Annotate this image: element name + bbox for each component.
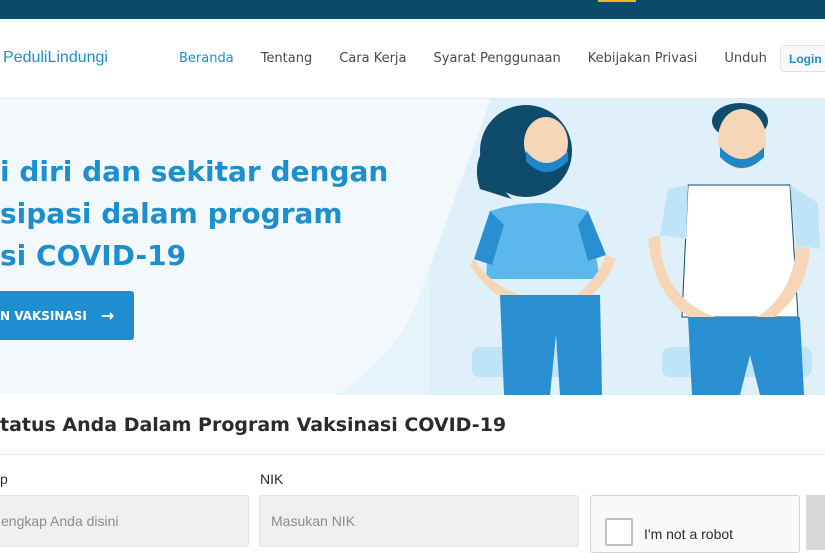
- side-panel: [806, 495, 825, 550]
- hero-banner: i diri dan sekitar dengan sipasi dalam p…: [0, 99, 825, 395]
- arrow-right-icon: →: [100, 306, 115, 325]
- name-input[interactable]: engkap Anda disini: [0, 495, 249, 547]
- vaccination-illustration: [470, 103, 820, 395]
- hero-title: i diri dan sekitar dengan sipasi dalam p…: [0, 151, 389, 277]
- nav-cara-kerja[interactable]: Cara Kerja: [339, 51, 406, 66]
- recaptcha-widget: I'm not a robot: [590, 495, 800, 553]
- name-label: p: [0, 471, 8, 487]
- nav-kebijakan-privasi[interactable]: Kebijakan Privasi: [588, 51, 698, 66]
- hero-title-line-3: si COVID-19: [0, 239, 187, 272]
- recaptcha-label: I'm not a robot: [644, 526, 734, 542]
- nav-beranda[interactable]: Beranda: [179, 51, 234, 66]
- recaptcha-checkbox[interactable]: [605, 518, 633, 546]
- site-header: PeduliLindungi Beranda Tentang Cara Kerj…: [0, 19, 825, 99]
- cta-label: N VAKSINASI: [0, 308, 87, 323]
- nav-syarat-penggunaan[interactable]: Syarat Penggunaan: [434, 51, 561, 66]
- nav-tentang[interactable]: Tentang: [261, 51, 313, 66]
- nik-input[interactable]: Masukan NIK: [259, 495, 579, 547]
- status-title: tatus Anda Dalam Program Vaksinasi COVID…: [0, 414, 507, 436]
- top-bar: [0, 0, 825, 19]
- section-divider: [0, 454, 825, 455]
- main-nav: Beranda Tentang Cara Kerja Syarat Penggu…: [179, 51, 794, 66]
- nav-unduh[interactable]: Unduh: [724, 51, 767, 66]
- nik-label: NIK: [260, 471, 284, 487]
- brand-logo[interactable]: PeduliLindungi: [3, 49, 108, 67]
- hero-title-line-2: sipasi dalam program: [0, 197, 343, 230]
- hero-title-line-1: i diri dan sekitar dengan: [0, 155, 389, 188]
- login-button[interactable]: Login /: [780, 45, 825, 72]
- vaccination-cta-button[interactable]: N VAKSINASI →: [0, 291, 134, 340]
- top-bar-accent: [598, 0, 636, 2]
